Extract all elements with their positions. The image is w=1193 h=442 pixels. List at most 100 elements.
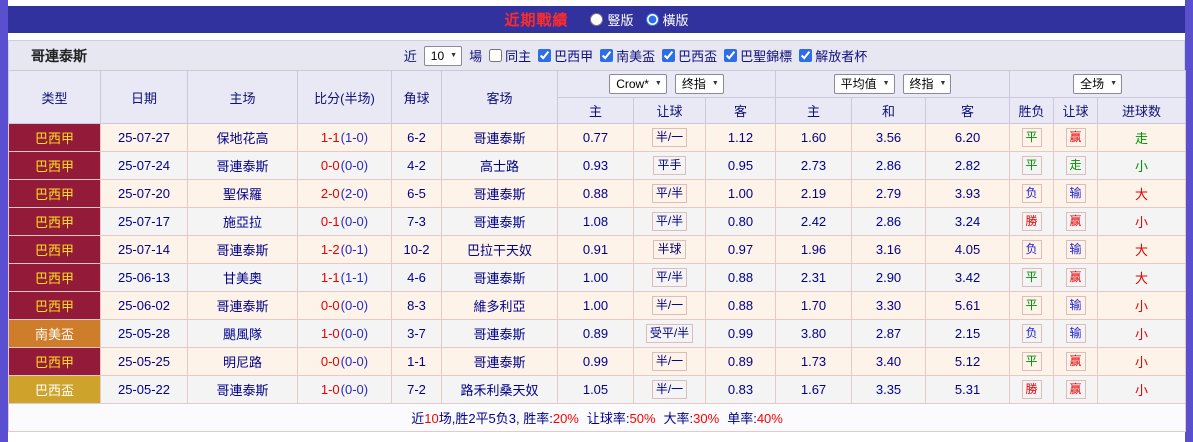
away-team-cell[interactable]: 維多利亞 [442,292,558,320]
ah-line-cell: 半/一 [634,348,706,376]
home-team-cell[interactable]: 哥連泰斯 [188,152,298,180]
wdl-result-cell: 平 [1010,152,1054,180]
league-filter-sudamericana[interactable]: 南美盃 [600,46,655,65]
ah-line-cell: 平/半 [634,208,706,236]
full-time-score: 0-0 [321,298,340,313]
handicap-result: 赢 [1066,380,1086,399]
match-count-select[interactable]: 10 ▼ [424,46,462,66]
column-header-eu-draw: 和 [852,98,926,124]
home-team-cell[interactable]: 哥連泰斯 [188,376,298,404]
wdl-result: 负 [1022,184,1042,203]
away-team-cell[interactable]: 哥連泰斯 [442,320,558,348]
vertical-layout-radio[interactable] [590,13,603,26]
title-bar: 近期戰績 豎版 橫版 [8,6,1185,33]
handicap-result: 赢 [1066,268,1086,287]
column-header-type: 类型 [9,71,101,124]
home-team-cell[interactable]: 聖保羅 [188,180,298,208]
libertadores-checkbox[interactable] [799,49,812,62]
eu-home-odds: 1.73 [776,348,852,376]
table-row: 巴西甲 25-07-24 哥連泰斯 0-0(0-0) 4-2 高士路 0.93 … [9,152,1186,180]
column-header-goals: 进球数 [1098,98,1186,124]
eu-home-odds: 1.70 [776,292,852,320]
away-team-cell[interactable]: 哥連泰斯 [442,208,558,236]
home-team-cell[interactable]: 颶風隊 [188,320,298,348]
layout-option-vertical[interactable]: 豎版 [590,10,633,29]
layout-option-horizontal[interactable]: 橫版 [646,10,689,29]
handicap-result-cell: 输 [1054,292,1098,320]
score-cell: 1-2(0-1) [298,236,392,264]
corner-cell: 7-3 [392,208,442,236]
home-team-cell[interactable]: 哥連泰斯 [188,236,298,264]
handicap-result-cell: 赢 [1054,208,1098,236]
away-team-cell[interactable]: 哥連泰斯 [442,264,558,292]
home-team-cell[interactable]: 哥連泰斯 [188,292,298,320]
home-team-cell[interactable]: 甘美奧 [188,264,298,292]
wdl-result: 平 [1022,296,1042,315]
ah-home-odds: 0.88 [558,180,634,208]
date-cell: 25-05-25 [101,348,188,376]
column-header-home: 主场 [188,71,298,124]
away-team-cell[interactable]: 高士路 [442,152,558,180]
summary-record: 场,胜2平5负3, 胜率: [439,411,553,426]
wdl-result: 平 [1022,156,1042,175]
league-filter-brazil-serie-a[interactable]: 巴西甲 [538,46,593,65]
eu-home-odds: 3.80 [776,320,852,348]
ah-home-odds: 0.89 [558,320,634,348]
home-team-cell[interactable]: 明尼路 [188,348,298,376]
paulista-checkbox[interactable] [724,49,737,62]
full-time-score: 1-1 [321,270,340,285]
ah-line: 半/一 [652,352,687,371]
scope-select[interactable]: 全场 ▼ [1073,74,1122,94]
results-table: 类型 日期 主场 比分(半场) 角球 客场 Crow* ▼ 终指 [8,70,1186,432]
goals-result-cell: 小 [1098,320,1186,348]
away-team-cell[interactable]: 巴拉干天奴 [442,236,558,264]
column-header-eu-away: 客 [926,98,1010,124]
score-cell: 2-0(2-0) [298,180,392,208]
away-team-cell[interactable]: 哥連泰斯 [442,124,558,152]
vertical-layout-label: 豎版 [607,10,633,29]
ah-home-odds: 0.93 [558,152,634,180]
horizontal-layout-radio[interactable] [646,13,659,26]
sudamericana-checkbox[interactable] [600,49,613,62]
league-filter-brazil-cup[interactable]: 巴西盃 [662,46,717,65]
league-filter-paulista[interactable]: 巴聖錦標 [724,46,792,65]
goals-result-cell: 大 [1098,180,1186,208]
wdl-result: 勝 [1022,380,1042,399]
wdl-result-cell: 平 [1010,292,1054,320]
brazil-cup-checkbox[interactable] [662,49,675,62]
handicap-result-cell: 输 [1054,180,1098,208]
brazil-cup-label: 巴西盃 [678,46,717,65]
column-header-ah-home: 主 [558,98,634,124]
summary-odd-rate: 40% [757,411,783,426]
eu-home-odds: 2.31 [776,264,852,292]
same-home-checkbox[interactable] [489,49,502,62]
half-time-score: (0-0) [341,214,368,229]
league-filter-libertadores[interactable]: 解放者杯 [799,46,867,65]
euro-source-select[interactable]: 平均值 ▼ [834,74,895,94]
handicap-stage-select-value: 终指 [682,76,706,92]
horizontal-layout-label: 橫版 [663,10,689,29]
eu-home-odds: 1.60 [776,124,852,152]
date-cell: 25-05-22 [101,376,188,404]
home-team-cell[interactable]: 施亞拉 [188,208,298,236]
table-row: 巴西盃 25-05-22 哥連泰斯 1-0(0-0) 7-2 路禾利桑天奴 1.… [9,376,1186,404]
brazil-serie-a-checkbox[interactable] [538,49,551,62]
league-cell: 巴西甲 [9,348,101,376]
bookmaker-select[interactable]: Crow* ▼ [609,74,667,94]
euro-stage-select[interactable]: 终指 ▼ [903,74,952,94]
handicap-stage-select[interactable]: 终指 ▼ [675,74,724,94]
ah-line: 平/半 [652,212,687,231]
corner-cell: 6-2 [392,124,442,152]
away-team-cell[interactable]: 路禾利桑天奴 [442,376,558,404]
home-team-cell[interactable]: 保地花高 [188,124,298,152]
ah-line: 半球 [653,240,685,259]
date-cell: 25-06-13 [101,264,188,292]
full-time-score: 2-0 [321,186,340,201]
handicap-result: 赢 [1066,128,1086,147]
away-team-cell[interactable]: 哥連泰斯 [442,180,558,208]
same-home-filter[interactable]: 同主 [489,46,531,65]
left-border-strip [0,0,8,442]
ah-home-odds: 1.00 [558,292,634,320]
away-team-cell[interactable]: 哥連泰斯 [442,348,558,376]
filters: 近 10 ▼ 場 同主 巴西甲 南美盃 [404,46,867,66]
